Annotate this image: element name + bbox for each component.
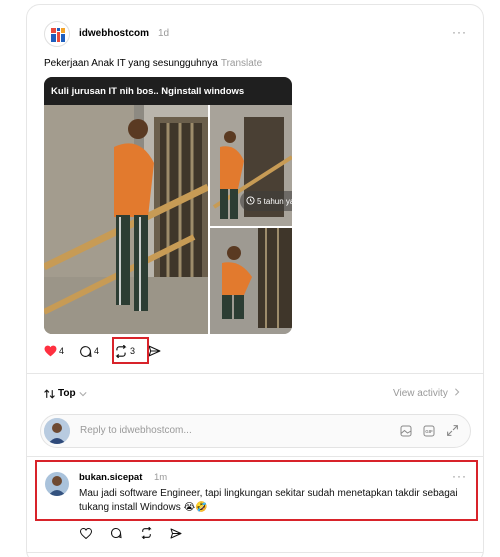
current-user-avatar bbox=[44, 418, 70, 444]
chevron-down-icon bbox=[79, 391, 87, 396]
expand-icon[interactable] bbox=[446, 424, 459, 437]
comment-time: 1m bbox=[154, 472, 168, 483]
heart-icon bbox=[44, 345, 57, 357]
share-icon bbox=[148, 345, 161, 357]
bottom-divider bbox=[27, 552, 483, 553]
sort-selector[interactable]: Top bbox=[44, 388, 87, 399]
comment-reply-icon[interactable] bbox=[110, 527, 122, 539]
like-count: 4 bbox=[59, 346, 65, 356]
chevron-right-icon bbox=[454, 388, 459, 396]
reply-divider bbox=[27, 456, 483, 457]
sort-label: Top bbox=[58, 388, 76, 399]
section-divider bbox=[27, 373, 483, 374]
sort-icon bbox=[44, 388, 55, 399]
repost-highlight bbox=[112, 337, 149, 364]
reply-placeholder: Reply to idwebhostcom... bbox=[80, 425, 192, 436]
gif-icon[interactable]: GIF bbox=[423, 425, 435, 437]
comment-share-icon[interactable] bbox=[170, 528, 182, 539]
post-avatar[interactable] bbox=[44, 21, 70, 47]
comment-username[interactable]: bukan.sicepat bbox=[79, 472, 142, 483]
media-time-badge: 5 tahun yang lalu bbox=[240, 191, 292, 211]
post-time: 1d bbox=[158, 28, 170, 39]
post-actions: 4 4 3 bbox=[44, 343, 172, 359]
post-caption: Pekerjaan Anak IT yang sesungguhnya Trans… bbox=[44, 58, 262, 69]
clock-icon bbox=[246, 196, 255, 205]
comment-more-icon[interactable]: ··· bbox=[452, 469, 467, 483]
share-button[interactable] bbox=[148, 345, 163, 357]
translate-link[interactable]: Translate bbox=[221, 58, 262, 69]
comment-icon bbox=[80, 345, 92, 357]
comment-button[interactable]: 4 bbox=[79, 345, 99, 358]
post-media[interactable]: Kuli jurusan IT nih bos.. Nginstall wind… bbox=[44, 77, 292, 334]
comment-repost-icon[interactable] bbox=[140, 527, 153, 539]
comment-text: Mau jadi software Engineer, tapi lingkun… bbox=[79, 488, 458, 513]
view-activity-link[interactable]: View activity bbox=[393, 388, 460, 399]
caption-text: Pekerjaan Anak IT yang sesungguhnya bbox=[44, 58, 218, 69]
svg-text:GIF: GIF bbox=[425, 429, 433, 434]
like-button[interactable]: 4 bbox=[44, 345, 64, 357]
comment-avatar[interactable] bbox=[45, 472, 69, 496]
post-username[interactable]: idwebhostcom bbox=[79, 28, 149, 39]
media-badge-text: 5 tahun yang lalu bbox=[257, 197, 292, 206]
post-more-icon[interactable]: ··· bbox=[452, 25, 467, 39]
image-icon[interactable] bbox=[400, 425, 412, 437]
view-activity-label: View activity bbox=[393, 388, 448, 399]
media-title: Kuli jurusan IT nih bos.. Nginstall wind… bbox=[44, 77, 292, 105]
comment-count: 4 bbox=[94, 346, 100, 356]
comment-like-icon[interactable] bbox=[80, 528, 92, 539]
